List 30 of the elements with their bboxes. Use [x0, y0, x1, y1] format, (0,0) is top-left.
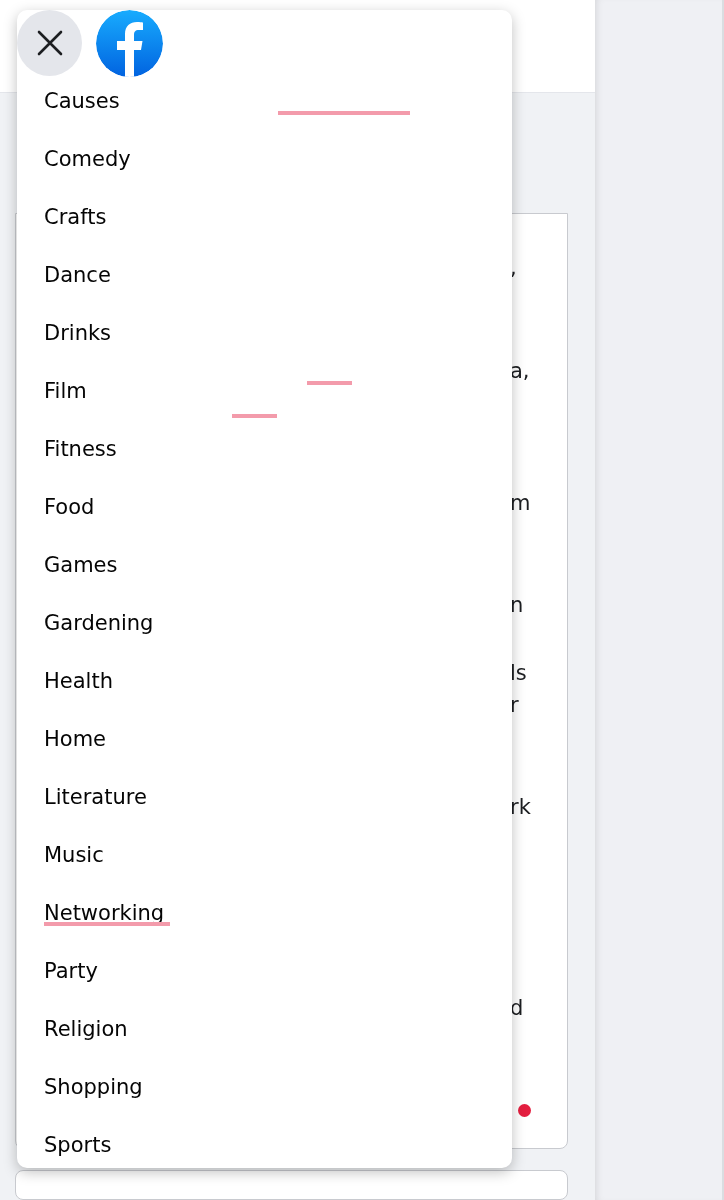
menu-item[interactable]: Gardening [17, 594, 512, 652]
menu-item[interactable]: Party [17, 942, 512, 1000]
menu-item[interactable]: Dance [17, 246, 512, 304]
menu-item[interactable]: Comedy [17, 130, 512, 188]
menu-item[interactable]: Drinks [17, 304, 512, 362]
menu-item[interactable]: Film [17, 362, 512, 420]
post-text: m [510, 491, 531, 515]
menu-item[interactable]: Causes [17, 72, 512, 130]
menu-item[interactable]: Religion [17, 1000, 512, 1058]
menu-item[interactable]: Music [17, 826, 512, 884]
underline-mark [307, 381, 352, 385]
post-text: , [510, 256, 517, 280]
menu-item[interactable]: Shopping [17, 1058, 512, 1116]
post-text: n [510, 593, 524, 617]
post-text: a, [510, 359, 530, 383]
menu-item[interactable]: Literature [17, 768, 512, 826]
menu-item[interactable]: Games [17, 536, 512, 594]
menu-item[interactable]: Crafts [17, 188, 512, 246]
post-text: rk [510, 795, 531, 819]
menu-item[interactable]: Sports [17, 1116, 512, 1168]
menu-item[interactable]: Health [17, 652, 512, 710]
post-text: r [510, 693, 519, 717]
menu-item[interactable]: Home [17, 710, 512, 768]
underline-mark [232, 414, 277, 418]
menu-item[interactable]: Food [17, 478, 512, 536]
facebook-logo-icon[interactable] [96, 10, 163, 77]
post-text: ls [510, 661, 527, 685]
menu-item[interactable]: Networking [17, 884, 512, 942]
close-icon [35, 29, 64, 57]
menu-item[interactable]: Fitness [17, 420, 512, 478]
